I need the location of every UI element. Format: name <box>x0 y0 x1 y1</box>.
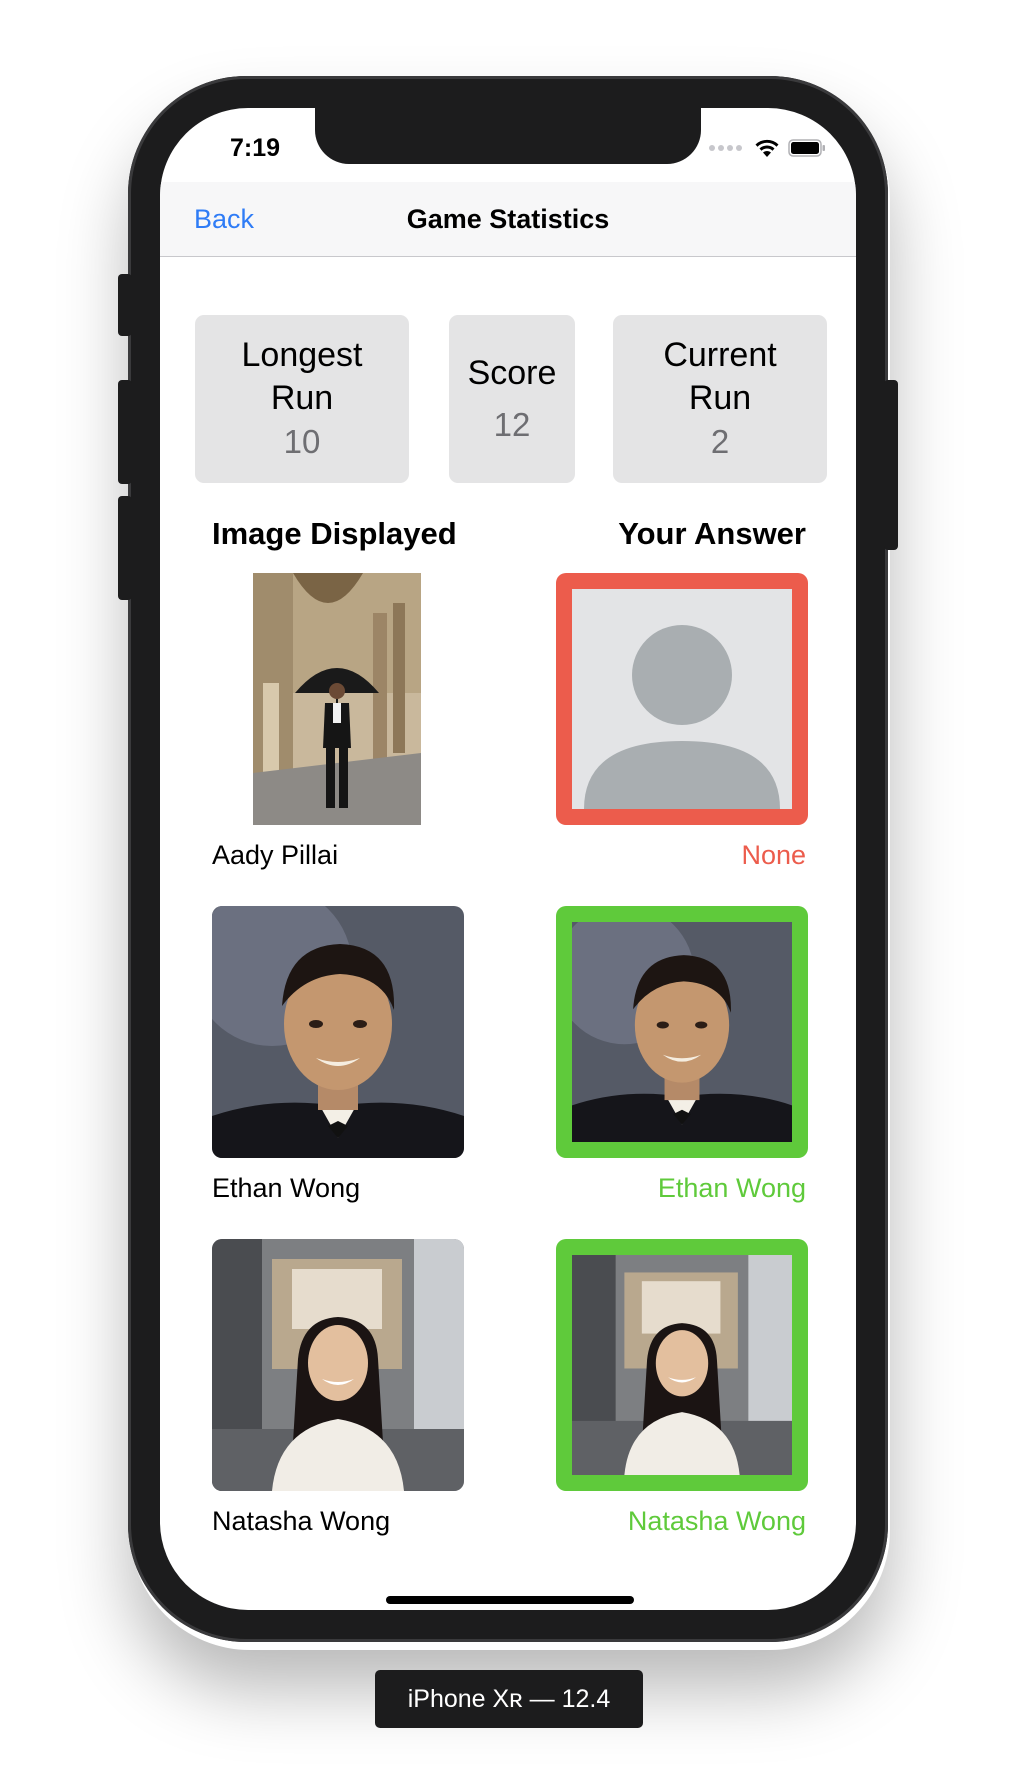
status-icons <box>709 138 826 158</box>
navigation-bar: Back Game Statistics <box>160 182 856 257</box>
cellular-signal-icon <box>709 145 742 151</box>
status-time: 7:19 <box>229 134 281 162</box>
notch <box>315 108 701 164</box>
column-header-your-answer: Your Answer <box>618 516 806 551</box>
column-header-image-displayed: Image Displayed <box>212 516 457 551</box>
displayed-name: Natasha Wong <box>212 1506 391 1536</box>
stat-label: Longest <box>241 336 363 374</box>
person-placeholder-icon <box>572 589 792 809</box>
stat-label: Score <box>467 353 557 392</box>
volume-up-button <box>118 380 132 484</box>
volume-down-button <box>118 496 132 600</box>
displayed-name: Aady Pillai <box>212 840 339 870</box>
stat-value: 12 <box>493 405 531 443</box>
page-title: Game Statistics <box>406 204 610 234</box>
displayed-photo <box>212 906 464 1158</box>
person-photo-ethan <box>212 906 464 1158</box>
answer-frame-correct <box>556 906 808 1158</box>
answer-name: Natasha Wong <box>627 1506 806 1536</box>
person-photo-ethan <box>572 922 792 1142</box>
stat-label: Run <box>270 379 334 417</box>
displayed-photo <box>253 573 421 825</box>
mute-switch <box>118 274 132 336</box>
displayed-photo <box>212 1239 464 1491</box>
phone-screen: 7:19 Back Game Statistics Longest Run 10… <box>160 108 856 1610</box>
answer-name: None <box>741 840 806 870</box>
answer-name: Ethan Wong <box>657 1173 806 1203</box>
stat-longest-run: Longest Run 10 <box>195 315 409 483</box>
stat-score: Score 12 <box>449 315 575 483</box>
answer-frame-correct <box>556 1239 808 1491</box>
wifi-icon <box>755 139 779 157</box>
answer-frame-incorrect <box>556 573 808 825</box>
stat-label: Run <box>688 379 752 417</box>
battery-icon <box>788 139 825 157</box>
stat-value: 2 <box>710 423 730 460</box>
stat-label: Current <box>663 336 777 374</box>
power-button <box>884 380 898 550</box>
displayed-name: Ethan Wong <box>212 1173 361 1203</box>
simulator-device-label: iPhone Xʀ — 12.4 <box>375 1670 643 1728</box>
person-photo-natasha <box>212 1239 464 1491</box>
home-indicator[interactable] <box>386 1596 634 1604</box>
stat-current-run: Current Run 2 <box>613 315 827 483</box>
stat-value: 10 <box>283 423 321 460</box>
person-photo-umbrella <box>253 573 421 825</box>
person-photo-natasha <box>572 1255 792 1475</box>
